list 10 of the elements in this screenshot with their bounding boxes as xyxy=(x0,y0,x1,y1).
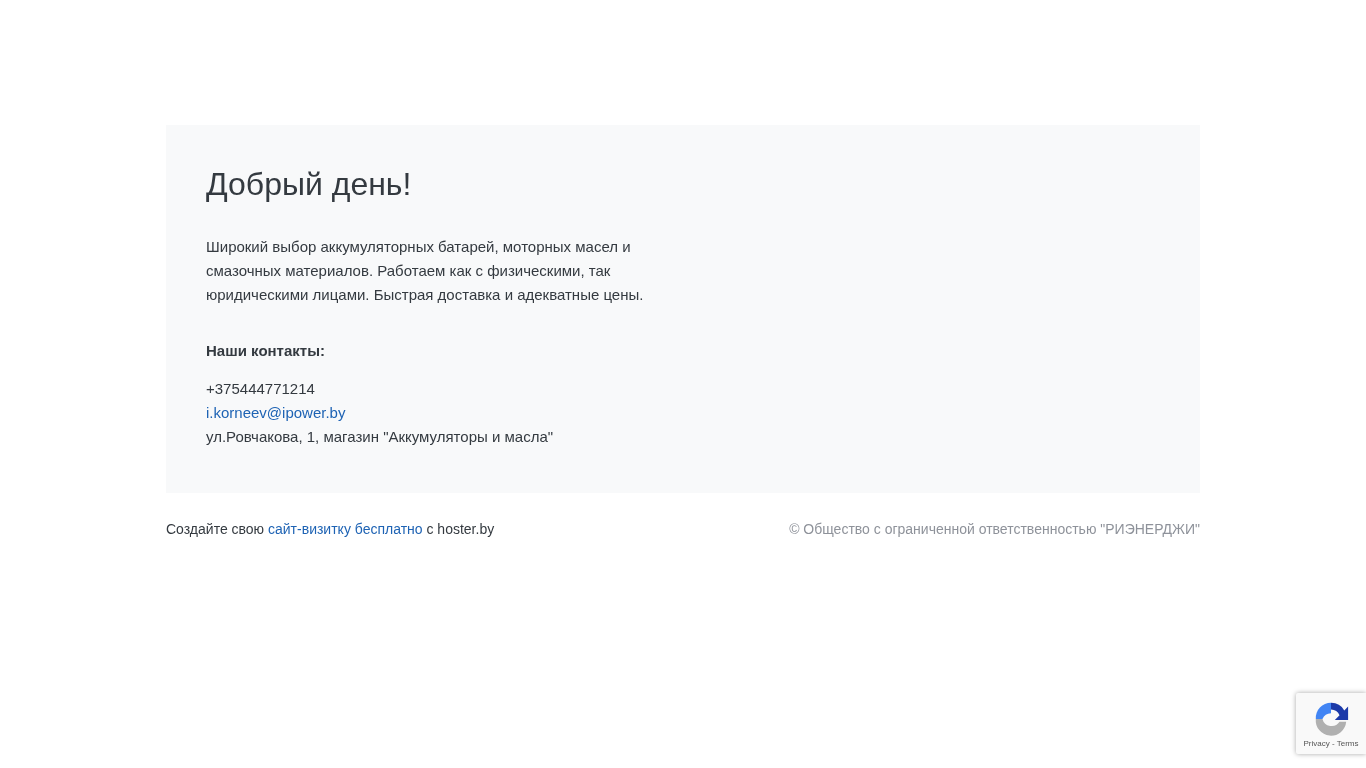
description-text: Широкий выбор аккумуляторных батарей, моторных масел и смазочных материалов. Работаем как с физическими, так юридическими лицами. Быстрая доставка и адекватные цены. xyxy=(206,237,645,305)
address-text: ул.Ровчакова, 1, магазин "Аккумуляторы и масла" xyxy=(206,427,554,447)
email-link[interactable]: i.korneev@ipower.by xyxy=(206,401,346,425)
privacy-terms-link[interactable]: Privacy - Terms xyxy=(1303,739,1359,749)
promo-text: Создайте свою сайт-визитку бесплатно с hoster.by xyxy=(166,520,495,539)
promo-link[interactable]: сайт-визитку бесплатно xyxy=(268,521,423,537)
contacts-title: Наши контакты: xyxy=(206,341,325,361)
copyright-text: © Общество с ограниченной ответственностью "РИЭНЕРДЖИ" xyxy=(789,520,1200,539)
greeting-heading: Добрый день! xyxy=(206,165,412,203)
phone-text: +375444771214 xyxy=(206,379,315,399)
